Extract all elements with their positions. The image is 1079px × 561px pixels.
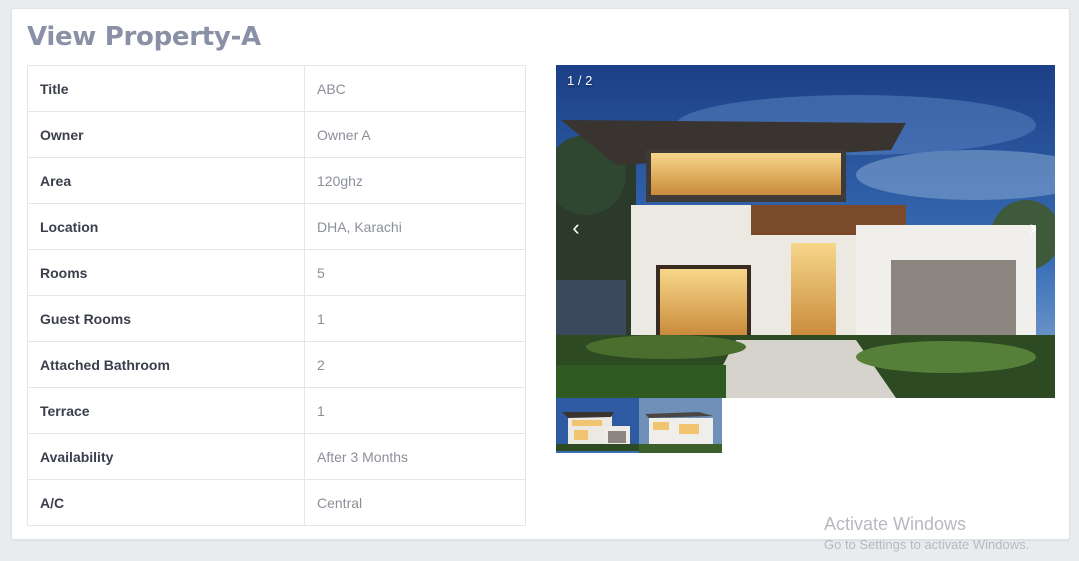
detail-label: Location xyxy=(27,203,305,250)
table-row: Location DHA, Karachi xyxy=(27,203,526,250)
detail-label: Rooms xyxy=(27,249,305,296)
detail-value: ABC xyxy=(304,65,526,112)
detail-value: 1 xyxy=(304,387,526,434)
table-row: Availability After 3 Months xyxy=(27,433,526,480)
detail-value: 5 xyxy=(304,249,526,296)
table-row: Owner Owner A xyxy=(27,111,526,158)
watermark-title: Activate Windows xyxy=(824,514,967,534)
property-card: View Property-A Title ABC Owner Owner A Ar… xyxy=(11,8,1070,540)
table-row: Title ABC xyxy=(27,65,526,112)
detail-label: Terrace xyxy=(27,387,305,434)
table-row: Area 120ghz xyxy=(27,157,526,204)
detail-value: 120ghz xyxy=(304,157,526,204)
windows-activation-watermark: Activate Windows Go to Settings to activ… xyxy=(824,514,1029,552)
chevron-left-icon[interactable]: ‹ xyxy=(566,215,586,241)
detail-label: Availability xyxy=(27,433,305,480)
table-row: Terrace 1 xyxy=(27,387,526,434)
detail-label: A/C xyxy=(27,479,305,526)
detail-label: Owner xyxy=(27,111,305,158)
thumbnail-2[interactable] xyxy=(639,398,722,453)
detail-value: After 3 Months xyxy=(304,433,526,480)
page-title: View Property-A xyxy=(27,22,261,52)
detail-value: Central xyxy=(304,479,526,526)
table-row: Attached Bathroom 2 xyxy=(27,341,526,388)
table-row: A/C Central xyxy=(27,479,526,526)
detail-label: Attached Bathroom xyxy=(27,341,305,388)
detail-value: 2 xyxy=(304,341,526,388)
watermark-subtitle: Go to Settings to activate Windows. xyxy=(824,537,1030,552)
thumbnail-strip xyxy=(556,398,722,453)
table-row: Guest Rooms 1 xyxy=(27,295,526,342)
chevron-right-icon[interactable]: › xyxy=(1023,215,1043,241)
detail-label: Area xyxy=(27,157,305,204)
detail-value: Owner A xyxy=(304,111,526,158)
property-details-table: Title ABC Owner Owner A Area 120ghz Locatio… xyxy=(27,65,526,526)
detail-value: 1 xyxy=(304,295,526,342)
thumbnail-1[interactable] xyxy=(556,398,639,453)
house-photo xyxy=(556,65,1055,398)
table-row: Rooms 5 xyxy=(27,249,526,296)
detail-label: Title xyxy=(27,65,305,112)
detail-label: Guest Rooms xyxy=(27,295,305,342)
detail-value: DHA, Karachi xyxy=(304,203,526,250)
property-image-slider[interactable]: 1 / 2 ‹ › xyxy=(556,65,1055,398)
slide-counter: 1 / 2 xyxy=(567,73,593,88)
